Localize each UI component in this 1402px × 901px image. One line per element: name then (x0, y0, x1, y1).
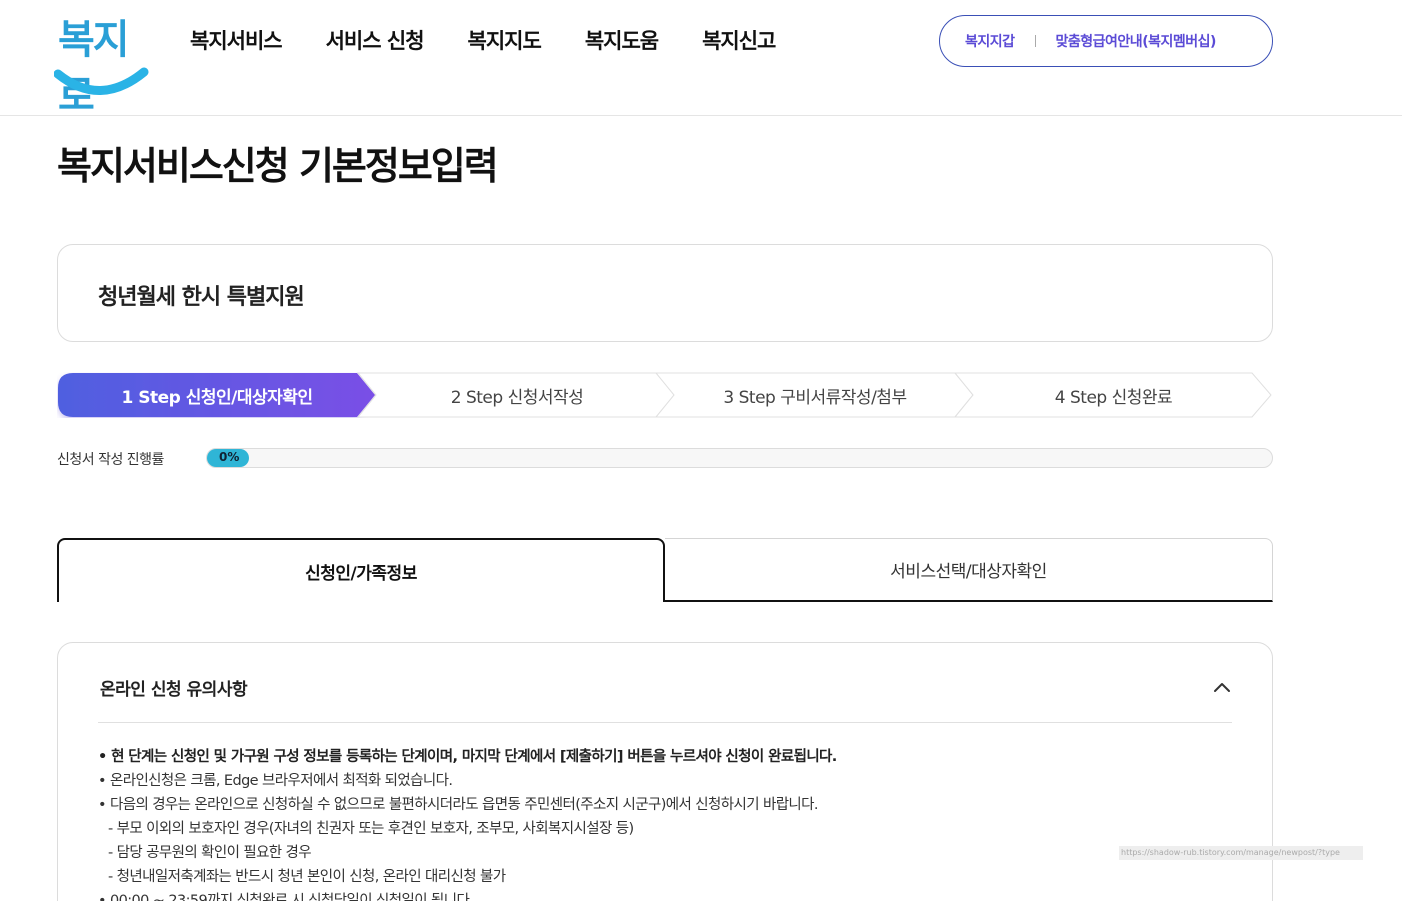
step-1: 1 Step 신청인/대상자확인 (57, 372, 377, 418)
welfare-wallet-link[interactable]: 복지지갑 (965, 31, 1015, 51)
service-name: 청년월세 한시 특별지원 (98, 285, 305, 310)
nav-welfare-map[interactable]: 복지지도 (468, 26, 542, 56)
online-notice-panel: 온라인 신청 유의사항 • 현 단계는 신청인 및 가구원 구성 정보를 등록하… (57, 642, 1273, 901)
service-name-box: 청년월세 한시 특별지원 (57, 244, 1273, 342)
chevron-up-icon[interactable] (1210, 675, 1234, 699)
page-title: 복지서비스신청 기본정보입력 (57, 144, 499, 188)
nav-welfare-report[interactable]: 복지신고 (702, 26, 776, 56)
utility-links: 복지지갑 맞춤형급여안내(복지멤버십) (939, 15, 1273, 67)
nav-welfare-service[interactable]: 복지서비스 (190, 26, 283, 56)
tab-service-selection[interactable]: 서비스선택/대상자확인 (665, 538, 1273, 602)
site-logo[interactable]: 복지로 (54, 12, 150, 119)
notice-list: • 현 단계는 신청인 및 가구원 구성 정보를 등록하는 단계이며, 마지막 … (98, 745, 1238, 901)
util-divider (1034, 35, 1036, 47)
tab-applicant-family[interactable]: 신청인/가족정보 (57, 538, 665, 602)
progress-value: 0% (219, 450, 240, 464)
step-4-label: 4 Step 신청완료 (1054, 387, 1173, 408)
progress-label: 신청서 작성 진행률 (57, 452, 164, 468)
site-header: 복지로 복지서비스 서비스 신청 복지지도 복지도움 복지신고 복지지갑 맞춤형… (0, 0, 1402, 119)
notice-title: 온라인 신청 유의사항 (100, 680, 248, 700)
notice-item: • 온라인신청은 크롬, Edge 브라우저에서 최적화 되었습니다. (98, 773, 453, 789)
nav-welfare-help[interactable]: 복지도움 (585, 26, 659, 56)
notice-item: • 다음의 경우는 온라인으로 신청하실 수 없으므로 불편하시더라도 읍면동 … (98, 797, 819, 813)
step-4: 4 Step 신청완료 (954, 372, 1273, 418)
welfare-membership-link[interactable]: 맞춤형급여안내(복지멤버십) (1056, 31, 1217, 51)
url-watermark: https://shadow-rub.tistory.com/manage/ne… (1119, 846, 1363, 860)
notice-item: • 00:00 ~ 23:59까지 신청완료 시 신청당일이 신청일이 됩니다. (98, 893, 474, 901)
notice-divider (98, 722, 1232, 723)
step-2: 2 Step 신청서작성 (357, 372, 677, 418)
notice-subitem: - 청년내일저축계좌는 반드시 청년 본인이 신청, 온라인 대리신청 불가 (108, 869, 506, 885)
step-3-label: 3 Step 구비서류작성/첨부 (723, 387, 907, 408)
notice-item: • 현 단계는 신청인 및 가구원 구성 정보를 등록하는 단계이며, 마지막 … (98, 749, 837, 765)
step-indicator: 1 Step 신청인/대상자확인 2 Step 신청서작성 3 Step 구비서… (57, 372, 1273, 418)
nav-service-apply[interactable]: 서비스 신청 (326, 26, 425, 56)
notice-subitem: - 부모 이외의 보호자인 경우(자녀의 친권자 또는 후견인 보호자, 조부모… (108, 821, 634, 837)
step-1-label: 1 Step 신청인/대상자확인 (121, 387, 313, 408)
main-nav: 복지서비스 서비스 신청 복지지도 복지도움 복지신고 (190, 26, 819, 56)
logo-smile-icon (54, 67, 149, 95)
progress-bar: 0% (206, 448, 1273, 468)
step-2-label: 2 Step 신청서작성 (450, 387, 584, 408)
notice-subitem: - 담당 공무원의 확인이 필요한 경우 (108, 845, 312, 861)
step-3: 3 Step 구비서류작성/첨부 (655, 372, 975, 418)
